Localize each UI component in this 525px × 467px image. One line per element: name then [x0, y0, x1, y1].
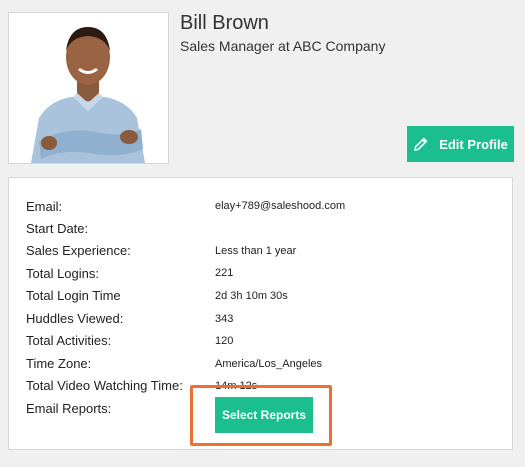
email-value: elay+789@saleshood.com	[215, 200, 346, 212]
total-activities-label: Total Activities:	[26, 333, 112, 348]
user-title: Sales Manager at ABC Company	[180, 38, 386, 54]
start-date-label: Start Date:	[26, 221, 89, 236]
avatar	[9, 13, 168, 163]
email-label: Email:	[26, 199, 63, 214]
time-zone-label: Time Zone:	[26, 356, 92, 371]
edit-profile-label: Edit Profile	[439, 136, 508, 152]
time-zone-value: America/Los_Angeles	[215, 358, 323, 370]
total-login-time-value: 2d 3h 10m 30s	[215, 290, 288, 302]
user-name: Bill Brown	[180, 12, 269, 34]
select-reports-button[interactable]: Select Reports	[215, 397, 313, 433]
sales-experience-label: Sales Experience:	[26, 243, 131, 258]
video-watching-label: Total Video Watching Time:	[26, 378, 183, 393]
email-reports-label: Email Reports:	[26, 401, 112, 416]
total-logins-label: Total Logins:	[26, 266, 99, 281]
sales-experience-value: Less than 1 year	[215, 245, 297, 257]
huddles-viewed-label: Huddles Viewed:	[26, 311, 124, 326]
total-login-time-label: Total Login Time	[26, 288, 121, 303]
total-activities-value: 120	[215, 335, 234, 347]
pencil-icon	[413, 136, 429, 152]
total-logins-value: 221	[215, 267, 234, 279]
edit-profile-button[interactable]: Edit Profile	[407, 126, 514, 162]
profile-photo	[8, 12, 169, 164]
huddles-viewed-value: 343	[215, 313, 234, 325]
